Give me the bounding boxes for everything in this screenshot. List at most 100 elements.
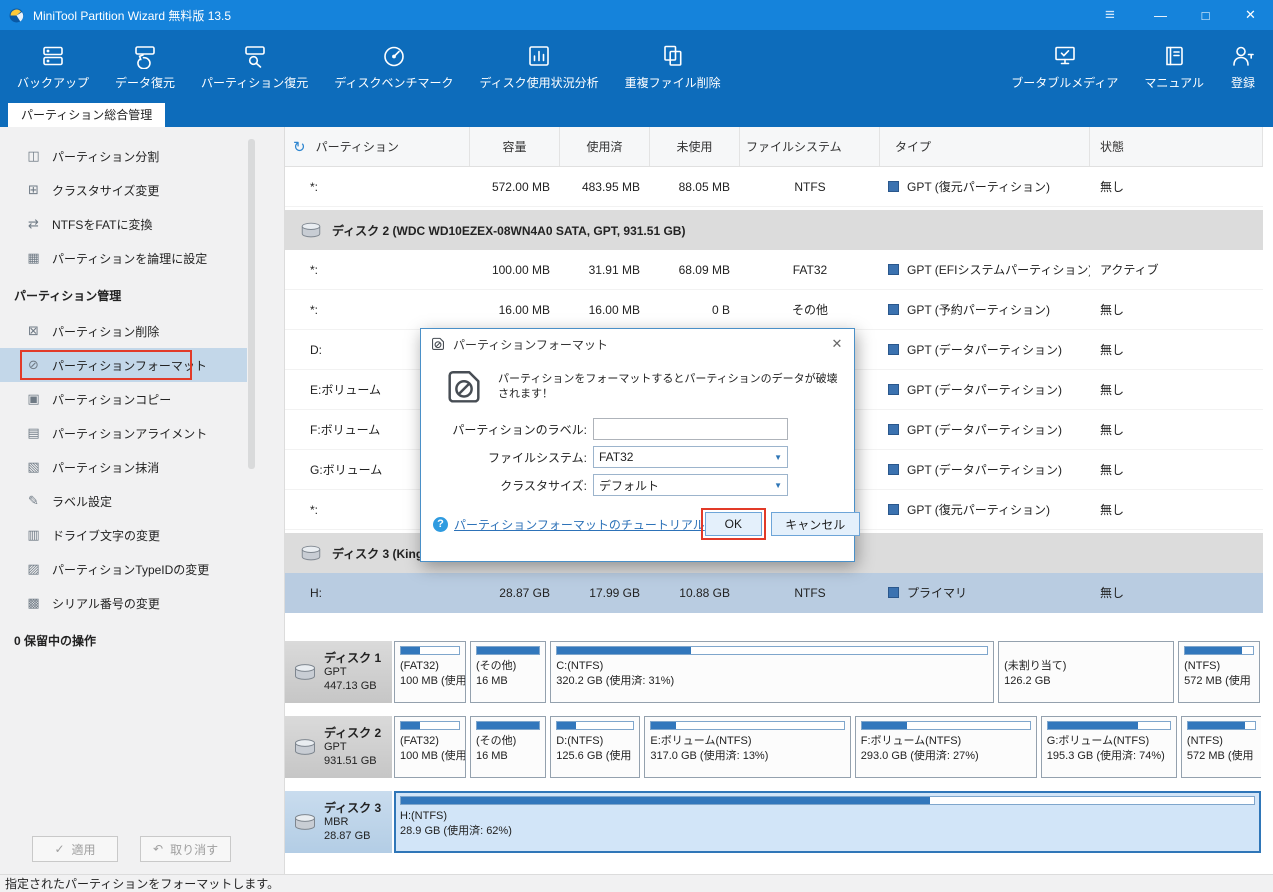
cluster-size-select[interactable]: デフォルト ▼ bbox=[593, 474, 788, 496]
cell-status: 無し bbox=[1100, 343, 1125, 357]
drive-letter-icon: ▥ bbox=[27, 527, 40, 542]
sidebar-item[interactable]: ▦ パーティションを論理に設定 bbox=[0, 241, 247, 275]
diskmap-partition[interactable]: F:ボリューム(NTFS) 293.0 GB (使用済: 27%) bbox=[854, 716, 1037, 778]
toolbar-item[interactable]: ディスク使用状況分析 bbox=[466, 30, 611, 103]
dialog-field-label: クラスタサイズ: bbox=[500, 478, 587, 493]
toolbar-item[interactable]: 重複ファイル削除 bbox=[612, 30, 734, 103]
sidebar-item[interactable]: ⊞ クラスタサイズ変更 bbox=[0, 173, 247, 207]
partition-row[interactable]: *: 572.00 MB 483.95 MB 88.05 MB NTFS GPT (復元パ… bbox=[285, 167, 1263, 207]
diskmap-partition[interactable]: E:ボリューム(NTFS) 317.0 GB (使用済: 13%) bbox=[644, 716, 851, 778]
diskmap-partition[interactable]: G:ボリューム(NTFS) 195.3 GB (使用済: 74%) bbox=[1040, 716, 1177, 778]
data-recovery-icon bbox=[132, 43, 158, 69]
bootable-media-icon bbox=[1052, 43, 1078, 69]
sidebar-item[interactable]: ▤ パーティションアライメント bbox=[0, 416, 247, 450]
sidebar-item[interactable]: ▥ ドライブ文字の変更 bbox=[0, 518, 247, 552]
sidebar-item[interactable]: ✎ ラベル設定 bbox=[0, 484, 247, 518]
partition-name-label: (FAT32) bbox=[400, 735, 439, 747]
diskmap-disk-size: 447.13 GB bbox=[324, 680, 377, 692]
cluster-size-icon: ⊞ bbox=[28, 182, 39, 197]
toolbar-item-label: ブータブルメディア bbox=[1011, 75, 1119, 90]
cell-type-label: GPT (データパーティション) bbox=[907, 343, 1063, 357]
menu-icon[interactable]: ≡ bbox=[1090, 0, 1130, 30]
diskmap-partition[interactable]: (FAT32) 100 MB (使用 bbox=[394, 641, 466, 703]
diskmap-partition[interactable]: H:(NTFS) 28.9 GB (使用済: 62%) bbox=[394, 791, 1261, 853]
sidebar-item[interactable]: ▩ シリアル番号の変更 bbox=[0, 586, 247, 620]
diskmap-row: ディスク 1 GPT 447.13 GB (FAT32) 100 MB (使用 (その他)… bbox=[285, 641, 1261, 703]
cell-filesystem: その他 bbox=[791, 303, 828, 317]
align-partition-icon: ▤ bbox=[27, 425, 40, 440]
cell-status: 無し bbox=[1100, 303, 1125, 317]
partition-row[interactable]: *: 100.00 MB 31.91 MB 68.09 MB FAT32 GPT (EFI… bbox=[285, 250, 1263, 290]
diskmap-partition[interactable]: (未割り当て) 126.2 GB bbox=[998, 641, 1175, 703]
sidebar-item[interactable]: ▣ パーティションコピー bbox=[0, 382, 247, 416]
sidebar-item-label: パーティションTypeIDの変更 bbox=[52, 562, 210, 577]
cell-status: 無し bbox=[1100, 503, 1125, 517]
usage-bar-fill bbox=[401, 647, 420, 654]
close-button[interactable]: ✕ bbox=[1228, 0, 1273, 30]
usage-bar-fill bbox=[861, 722, 908, 729]
toolbar-item[interactable]: バックアップ bbox=[4, 30, 102, 103]
sidebar-item[interactable]: ⊠ パーティション削除 bbox=[0, 314, 247, 348]
maximize-button[interactable]: □ bbox=[1183, 0, 1228, 30]
disk-header-row[interactable]: ディスク 2 (WDC WD10EZEX-08WN4A0 SATA, GPT, … bbox=[285, 210, 1263, 250]
usage-bar bbox=[1046, 721, 1171, 730]
usage-bar bbox=[556, 646, 989, 655]
toolbar-item-label: データ復元 bbox=[115, 75, 176, 90]
diskmap-partition[interactable]: (FAT32) 100 MB (使用 bbox=[394, 716, 466, 778]
refresh-icon[interactable]: ↻ bbox=[293, 138, 306, 156]
sidebar-item[interactable]: ▧ パーティション抹消 bbox=[0, 450, 247, 484]
sidebar-item[interactable]: ⊘ パーティションフォーマット bbox=[0, 348, 247, 382]
duplicate-file-remove-icon bbox=[660, 43, 686, 69]
sidebar-item[interactable]: ▨ パーティションTypeIDの変更 bbox=[0, 552, 247, 586]
cell-filesystem: FAT32 bbox=[792, 262, 828, 277]
sidebar-item[interactable]: ⇄ NTFSをFATに変換 bbox=[0, 207, 247, 241]
sidebar-item[interactable]: ◫ パーティション分割 bbox=[0, 139, 247, 173]
diskmap-disk-label: ディスク 3 MBR 28.87 GB bbox=[285, 791, 392, 853]
toolbar-item-label: 登録 bbox=[1230, 75, 1255, 90]
diskmap-partition[interactable]: (その他) 16 MB bbox=[469, 716, 547, 778]
partition-size-label: 100 MB (使用 bbox=[400, 674, 466, 687]
partition-row[interactable]: H: 28.87 GB 17.99 GB 10.88 GB NTFS プライマリ 無し bbox=[285, 573, 1263, 613]
cell-type: プライマリ bbox=[880, 584, 1090, 601]
file-system-select[interactable]: FAT32 ▼ bbox=[593, 446, 788, 468]
diskmap-partition[interactable]: D:(NTFS) 125.6 GB (使用 bbox=[550, 716, 641, 778]
tab-partition-management[interactable]: パーティション総合管理 bbox=[8, 103, 166, 127]
disk-icon bbox=[292, 812, 318, 833]
cell-status: アクティブ bbox=[1100, 263, 1159, 277]
toolbar-item[interactable]: 登録 bbox=[1217, 30, 1269, 103]
column-header: 状態 bbox=[1090, 127, 1263, 166]
undo-button[interactable]: ↶ 取り消す bbox=[140, 836, 232, 862]
toolbar-item[interactable]: マニュアル bbox=[1131, 30, 1217, 103]
sidebar-scrollbar[interactable] bbox=[248, 139, 255, 469]
partition-label-input[interactable] bbox=[593, 418, 788, 440]
diskmap-partition[interactable]: (その他) 16 MB bbox=[469, 641, 547, 703]
toolbar-item[interactable]: ブータブルメディア bbox=[998, 30, 1131, 103]
cell-unused: 68.09 MB bbox=[678, 262, 730, 277]
partition-type-icon bbox=[888, 504, 899, 515]
toolbar-item[interactable]: ディスクベンチマーク bbox=[321, 30, 466, 103]
cell-capacity: 572.00 MB bbox=[491, 179, 550, 194]
disk-icon bbox=[292, 662, 318, 683]
usage-bar bbox=[400, 646, 460, 655]
partition-row[interactable]: *: 16.00 MB 16.00 MB 0 B その他 GPT (予約パーティション) 無… bbox=[285, 290, 1263, 330]
table-header: ↻ パーティション 容量 使用済 未使用 ファイルシステム タイプ 状態 bbox=[285, 127, 1263, 167]
tutorial-link[interactable]: パーティションフォーマットのチュートリアル bbox=[454, 516, 705, 533]
diskmap-partition[interactable]: C:(NTFS) 320.2 GB (使用済: 31%) bbox=[550, 641, 995, 703]
help-icon[interactable]: ? bbox=[433, 516, 448, 532]
partition-name-label: (FAT32) bbox=[400, 660, 439, 672]
apply-button[interactable]: ✓ 適用 bbox=[32, 836, 118, 862]
cell-capacity: 28.87 GB bbox=[499, 585, 550, 600]
toolbar-item[interactable]: データ復元 bbox=[102, 30, 188, 103]
minimize-button[interactable]: — bbox=[1138, 0, 1183, 30]
diskmap-disk-scheme: GPT bbox=[324, 741, 347, 753]
diskmap-partition[interactable]: (NTFS) 572 MB (使用 bbox=[1178, 641, 1260, 703]
cancel-button[interactable]: キャンセル bbox=[770, 512, 860, 536]
undo-icon: ↶ bbox=[153, 842, 164, 856]
toolbar-item[interactable]: パーティション復元 bbox=[188, 30, 321, 103]
dialog-close-icon[interactable]: ✕ bbox=[820, 329, 854, 359]
diskmap-partition[interactable]: (NTFS) 572 MB (使用 bbox=[1180, 716, 1261, 778]
cell-unused: 10.88 GB bbox=[679, 585, 730, 600]
cell-type: GPT (復元パーティション) bbox=[880, 501, 1090, 518]
diskmap-disk-size: 931.51 GB bbox=[324, 755, 377, 767]
ok-button[interactable]: OK bbox=[704, 512, 762, 536]
